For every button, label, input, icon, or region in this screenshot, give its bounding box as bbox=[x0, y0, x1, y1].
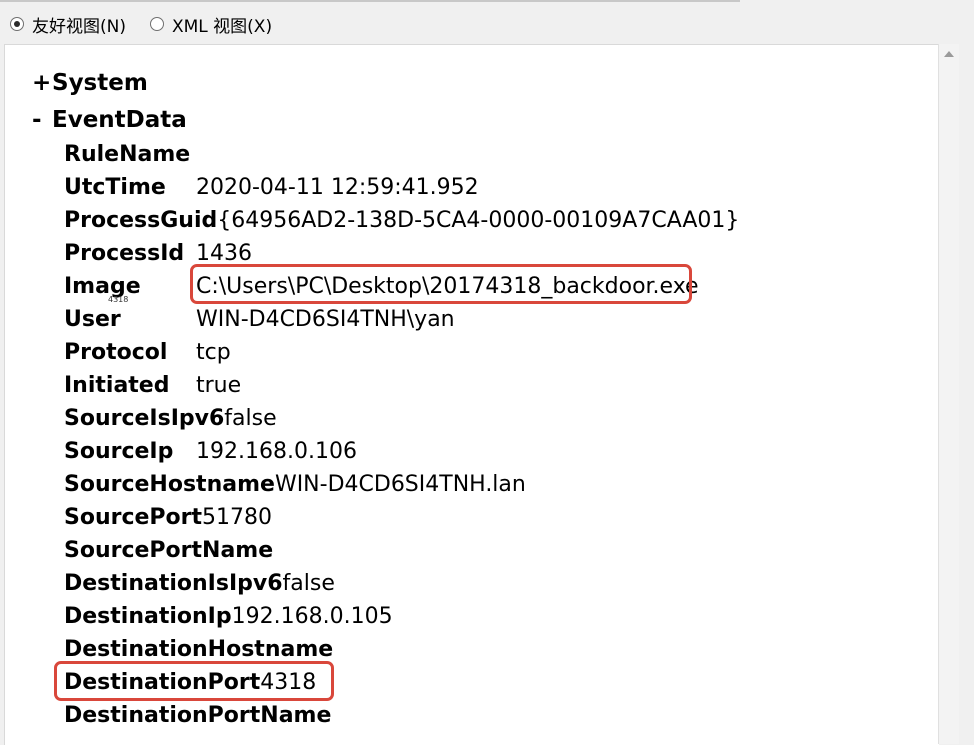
field-row: SourcePort 51780 bbox=[64, 501, 912, 534]
field-row: DestinationIp 192.168.0.105 bbox=[64, 600, 912, 633]
field-name: SourceIp bbox=[64, 439, 174, 464]
field-row: DestinationIsIpv6 false bbox=[64, 567, 912, 600]
field-name: Initiated bbox=[64, 373, 170, 398]
field-value: true bbox=[196, 373, 242, 398]
field-row: SourceIsIpv6 false bbox=[64, 402, 912, 435]
field-value: 4318 bbox=[260, 670, 317, 695]
field-value: false bbox=[282, 571, 335, 596]
field-value: tcp bbox=[196, 340, 231, 365]
field-row: UtcTime 2020-04-11 12:59:41.952 bbox=[64, 171, 912, 204]
vertical-scrollbar[interactable] bbox=[938, 44, 959, 744]
field-row: Protocol tcp bbox=[64, 336, 912, 369]
expand-toggle[interactable]: + bbox=[32, 66, 52, 100]
field-name: DestinationIp bbox=[64, 604, 232, 629]
field-value: 1436 bbox=[196, 241, 252, 266]
tab-strip-border bbox=[0, 0, 740, 2]
field-row: SourceHostname WIN-D4CD6SI4TNH.lan bbox=[64, 468, 912, 501]
eventdata-fields: RuleName UtcTime 2020-04-11 12:59:41.952 Pr… bbox=[32, 138, 912, 732]
field-row: SourceIp 192.168.0.106 bbox=[64, 435, 912, 468]
collapse-toggle[interactable]: - bbox=[32, 103, 52, 137]
field-name: SourceHostname bbox=[64, 472, 275, 497]
field-name: DestinationPortName bbox=[64, 703, 332, 728]
field-name: SourceIsIpv6 bbox=[64, 406, 225, 431]
field-name: DestinationHostname bbox=[64, 637, 334, 662]
field-name: User bbox=[64, 307, 121, 332]
radio-selected-icon bbox=[10, 17, 24, 31]
field-name: UtcTime bbox=[64, 175, 166, 200]
field-value: 51780 bbox=[202, 505, 273, 530]
view-mode-radio-group: 友好视图(N) XML 视图(X) bbox=[0, 4, 974, 44]
xml-view-radio[interactable]: XML 视图(X) bbox=[149, 12, 273, 37]
field-name: Protocol bbox=[64, 340, 168, 365]
field-value: 2020-04-11 12:59:41.952 bbox=[196, 175, 479, 200]
eventdata-node-label: EventData bbox=[52, 106, 187, 133]
xml-view-label: XML 视图(X) bbox=[171, 16, 273, 37]
field-value: 192.168.0.106 bbox=[196, 439, 357, 464]
radio-unselected-icon bbox=[149, 17, 164, 31]
field-row: RuleName bbox=[64, 138, 912, 171]
field-name: Image bbox=[64, 274, 141, 299]
eventdata-node[interactable]: - EventData bbox=[32, 101, 912, 138]
field-row: DestinationPortName bbox=[64, 699, 912, 732]
field-name: SourcePortName bbox=[64, 538, 274, 563]
field-value: WIN-D4CD6SI4TNH.lan bbox=[274, 472, 526, 497]
field-row: DestinationHostname bbox=[64, 633, 912, 666]
field-value: C:\Users\PC\Desktop\20174318_backdoor.ex… bbox=[196, 274, 699, 299]
field-value: false bbox=[224, 406, 277, 431]
field-name: SourcePort bbox=[64, 505, 203, 530]
field-row: ProcessId 1436 bbox=[64, 237, 912, 270]
image-annotation-note: 4318 bbox=[108, 295, 129, 304]
event-tree: + System - EventData RuleName UtcTime 2020… bbox=[32, 64, 912, 732]
field-name: ProcessGuid bbox=[64, 208, 218, 233]
field-name: DestinationIsIpv6 bbox=[64, 571, 283, 596]
field-row: ProcessGuid {64956AD2-138D-5CA4-0000-0010… bbox=[64, 204, 912, 237]
friendly-view-label: 友好视图(N) bbox=[32, 16, 126, 37]
system-node[interactable]: + System bbox=[32, 64, 912, 101]
friendly-view-radio[interactable]: 友好视图(N) bbox=[10, 12, 126, 37]
field-value: WIN-D4CD6SI4TNH\yan bbox=[196, 307, 455, 332]
field-name: DestinationPort bbox=[64, 670, 261, 695]
scroll-up-icon[interactable] bbox=[944, 51, 954, 57]
field-name: RuleName bbox=[64, 142, 191, 167]
system-node-label: System bbox=[52, 69, 148, 96]
field-row: Initiated true bbox=[64, 369, 912, 402]
field-row: Image C:\Users\PC\Desktop\20174318_backdo… bbox=[64, 270, 912, 303]
field-value: {64956AD2-138D-5CA4-0000-00109A7CAA01} bbox=[217, 208, 740, 233]
field-row: SourcePortName bbox=[64, 534, 912, 567]
field-row: DestinationPort 4318 bbox=[64, 666, 912, 699]
field-name: ProcessId bbox=[64, 241, 185, 266]
field-row: User WIN-D4CD6SI4TNH\yan bbox=[64, 303, 912, 336]
field-value: 192.168.0.105 bbox=[231, 604, 393, 629]
